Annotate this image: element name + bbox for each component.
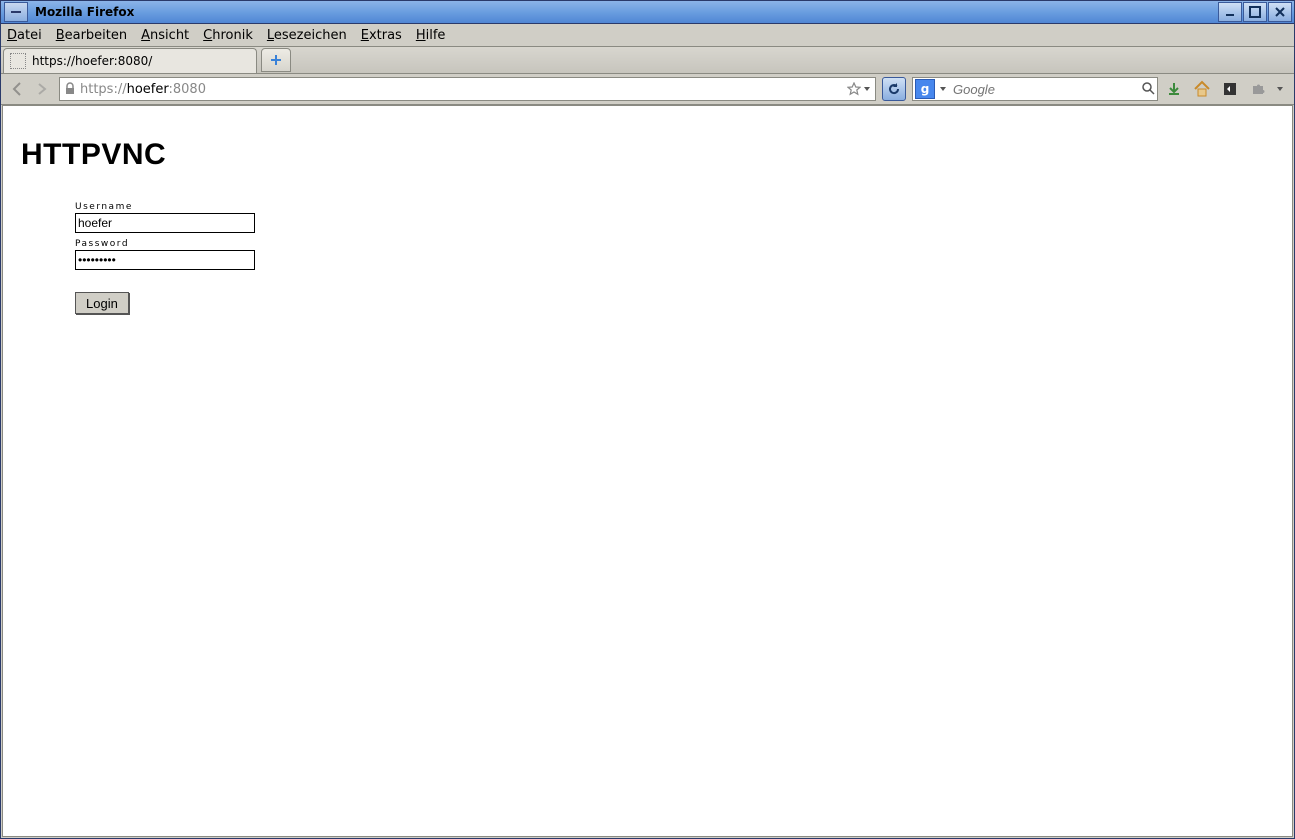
system-menu-button[interactable]	[4, 2, 28, 22]
bookmark-star-button[interactable]	[847, 82, 871, 96]
search-engine-icon[interactable]: g	[915, 79, 935, 99]
tab-strip: https://hoefer:8080/	[1, 47, 1294, 74]
search-go-icon[interactable]	[1141, 81, 1155, 98]
addon-puzzle-icon[interactable]	[1248, 79, 1268, 99]
menu-lesezeichen[interactable]: Lesezeichen	[267, 28, 347, 43]
reload-button[interactable]	[882, 77, 906, 101]
login-button[interactable]: Login	[75, 292, 129, 314]
browser-tab[interactable]: https://hoefer:8080/	[3, 48, 257, 73]
home-icon[interactable]	[1192, 79, 1212, 99]
window-controls	[1217, 2, 1292, 22]
back-button[interactable]	[7, 78, 29, 100]
favicon-placeholder-icon	[10, 53, 26, 69]
page-body: HTTPVNC Username Password Login	[3, 106, 1292, 332]
url-text: https://hoefer:8080	[80, 82, 843, 97]
menu-datei[interactable]: Datei	[7, 28, 42, 43]
addon-square-icon[interactable]	[1220, 79, 1240, 99]
window-title: Mozilla Firefox	[31, 5, 1217, 19]
maximize-button[interactable]	[1243, 2, 1267, 22]
browser-window: Mozilla Firefox Datei Bearbeiten Ansicht…	[0, 0, 1295, 839]
toolbar-right-icons	[1164, 79, 1288, 99]
minimize-button[interactable]	[1218, 2, 1242, 22]
search-bar[interactable]: g	[912, 77, 1158, 101]
close-button[interactable]	[1268, 2, 1292, 22]
search-engine-dropdown-icon[interactable]	[939, 85, 947, 93]
login-form: Username Password Login	[75, 202, 255, 314]
address-bar[interactable]: https://hoefer:8080	[59, 77, 876, 101]
forward-button[interactable]	[31, 78, 53, 100]
password-label: Password	[75, 239, 255, 249]
menu-ansicht[interactable]: Ansicht	[141, 28, 189, 43]
search-input[interactable]	[951, 81, 1137, 98]
menu-bar: Datei Bearbeiten Ansicht Chronik Lesezei…	[1, 24, 1294, 47]
password-field[interactable]	[75, 250, 255, 270]
page-heading: HTTPVNC	[21, 138, 1274, 172]
lock-icon	[64, 82, 76, 96]
toolbar-overflow-icon[interactable]	[1276, 85, 1284, 93]
tab-label: https://hoefer:8080/	[32, 54, 152, 68]
menu-chronik[interactable]: Chronik	[203, 28, 253, 43]
downloads-icon[interactable]	[1164, 79, 1184, 99]
menu-hilfe[interactable]: Hilfe	[416, 28, 446, 43]
menu-extras[interactable]: Extras	[361, 28, 402, 43]
navigation-toolbar: https://hoefer:8080 g	[1, 74, 1294, 105]
username-field[interactable]	[75, 213, 255, 233]
username-label: Username	[75, 202, 255, 212]
window-titlebar[interactable]: Mozilla Firefox	[1, 1, 1294, 24]
page-content-area: HTTPVNC Username Password Login	[2, 105, 1293, 837]
menu-bearbeiten[interactable]: Bearbeiten	[56, 28, 127, 43]
new-tab-button[interactable]	[261, 48, 291, 72]
